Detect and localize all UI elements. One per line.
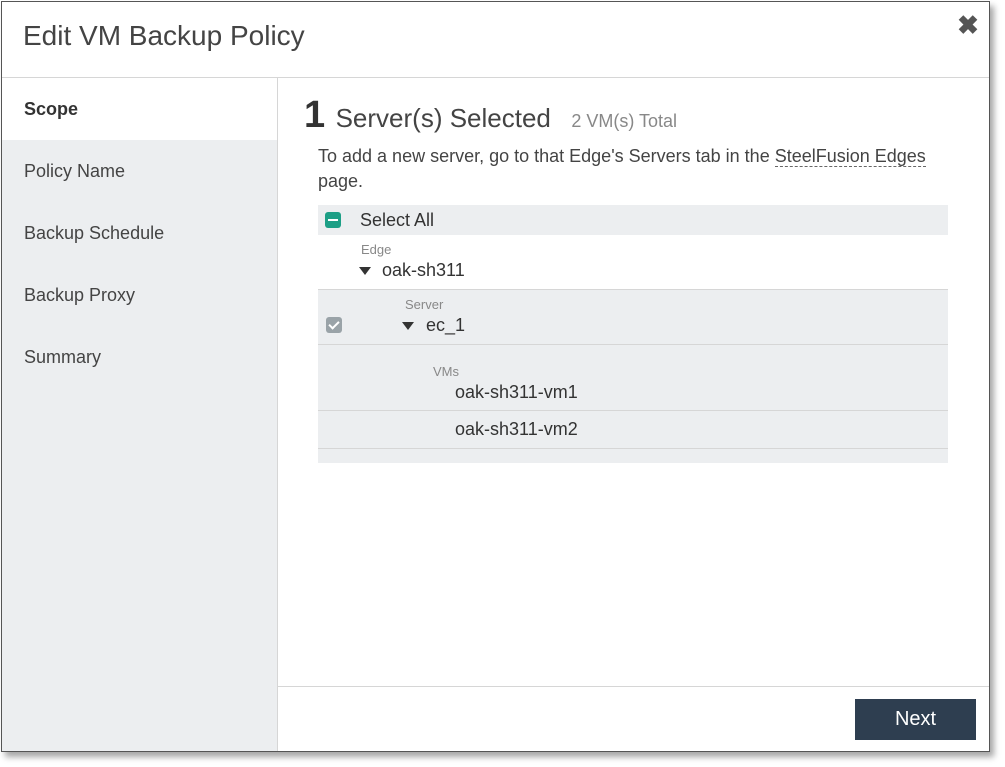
info-text-after: page. [318, 171, 364, 191]
edge-name: oak-sh311 [382, 260, 465, 280]
vms-label: VMs [433, 364, 459, 379]
dialog-title: Edit VM Backup Policy [23, 20, 305, 51]
selection-heading: 1 Server(s) Selected 2 VM(s) Total [304, 94, 677, 137]
sidebar-item-summary[interactable]: Summary [2, 326, 277, 388]
sidebar-item-scope[interactable]: Scope [2, 78, 277, 140]
select-all-label: Select All [360, 210, 435, 230]
tree-footer [318, 449, 948, 463]
selected-label: Server(s) Selected [335, 103, 551, 133]
selected-count: 1 [304, 94, 326, 136]
next-button[interactable]: Next [855, 699, 976, 740]
sidebar-item-backup-proxy[interactable]: Backup Proxy [2, 264, 277, 326]
server-node[interactable]: Server ec_1 [318, 290, 948, 345]
list-item: oak-sh311-vm2 [318, 411, 948, 449]
wizard-sidebar: Scope Policy Name Backup Schedule Backup… [2, 78, 278, 751]
dialog-footer: Next [278, 686, 989, 751]
dialog-header: Edit VM Backup Policy ✖ [2, 2, 989, 78]
server-tree: Select All Edge oak-sh311 Server ec_1 VM… [318, 205, 948, 463]
select-all-checkbox[interactable] [325, 212, 341, 228]
close-icon[interactable]: ✖ [955, 12, 981, 38]
steelfusion-edges-link[interactable]: SteelFusion Edges [774, 146, 926, 167]
caret-down-icon[interactable] [402, 322, 414, 330]
server-label: Server [405, 297, 444, 312]
server-name: ec_1 [426, 315, 466, 335]
edit-vm-backup-policy-dialog: Edit VM Backup Policy ✖ Scope Policy Nam… [1, 1, 990, 752]
select-all-row[interactable]: Select All [318, 205, 948, 235]
sidebar-item-policy-name[interactable]: Policy Name [2, 140, 277, 202]
scope-panel: 1 Server(s) Selected 2 VM(s) Total To ad… [278, 78, 989, 687]
info-text-before: To add a new server, go to that Edge's S… [318, 146, 775, 166]
list-item: VMs oak-sh311-vm1 [318, 345, 948, 411]
edge-node: Edge oak-sh311 [318, 235, 948, 290]
caret-down-icon[interactable] [359, 267, 371, 275]
server-checkbox[interactable] [326, 317, 342, 333]
info-text: To add a new server, go to that Edge's S… [318, 144, 958, 194]
edge-label: Edge [361, 242, 392, 257]
vm-total-label: 2 VM(s) Total [571, 111, 678, 131]
sidebar-item-backup-schedule[interactable]: Backup Schedule [2, 202, 277, 264]
vm-name: oak-sh311-vm2 [455, 419, 578, 439]
vm-name: oak-sh311-vm1 [455, 382, 578, 402]
